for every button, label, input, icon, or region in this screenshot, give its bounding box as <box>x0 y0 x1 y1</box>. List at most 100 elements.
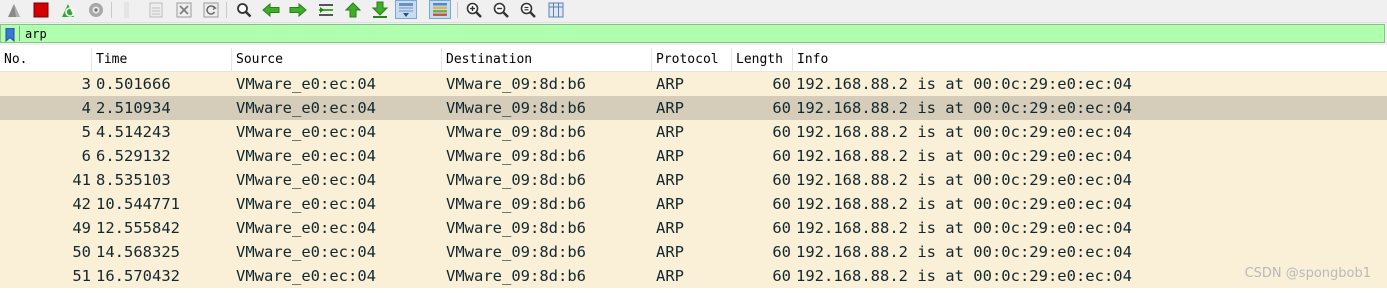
go-last-icon[interactable] <box>369 0 391 19</box>
packet-time: 16.570432 <box>96 267 180 285</box>
save-file-icon[interactable] <box>145 0 167 19</box>
bookmark-icon[interactable] <box>5 27 15 46</box>
packet-row[interactable]: 42 10.544771 VMware_e0:ec:04 VMware_09:8… <box>0 192 1387 216</box>
packet-length: 60 <box>772 219 791 237</box>
resize-columns-icon[interactable] <box>545 0 567 19</box>
reload-file-icon[interactable] <box>200 0 222 19</box>
stop-capture-icon[interactable] <box>30 0 52 19</box>
colorize-icon[interactable] <box>429 0 451 19</box>
watermark: CSDN @spongbob1 <box>1244 266 1371 281</box>
column-header-info[interactable]: Info <box>793 48 1387 71</box>
packet-protocol: ARP <box>656 243 684 261</box>
packet-protocol: ARP <box>656 147 684 165</box>
go-back-icon[interactable] <box>260 0 282 19</box>
packet-number: 42 <box>72 195 91 213</box>
go-forward-icon[interactable] <box>287 0 309 19</box>
packet-time: 10.544771 <box>96 195 180 213</box>
packet-number: 5 <box>81 123 91 141</box>
packet-source: VMware_e0:ec:04 <box>236 99 376 117</box>
column-header-length[interactable]: Length <box>732 48 793 71</box>
packet-source: VMware_e0:ec:04 <box>236 219 376 237</box>
capture-options-icon[interactable] <box>85 0 107 19</box>
packet-info: 192.168.88.2 is at 00:0c:29:e0:ec:04 <box>796 195 1132 213</box>
packet-time: 6.529132 <box>96 147 171 165</box>
packet-length: 60 <box>772 243 791 261</box>
packet-row[interactable]: 51 16.570432 VMware_e0:ec:04 VMware_09:8… <box>0 264 1387 288</box>
normal-size-icon[interactable] <box>517 0 539 19</box>
packet-destination: VMware_09:8d:b6 <box>446 171 586 189</box>
packet-time: 14.568325 <box>96 243 180 261</box>
packet-row[interactable]: 49 12.555842 VMware_e0:ec:04 VMware_09:8… <box>0 216 1387 240</box>
toolbar-separator <box>457 2 458 18</box>
packet-number: 3 <box>81 75 91 93</box>
packet-length: 60 <box>772 171 791 189</box>
packet-row[interactable]: 4 2.510934 VMware_e0:ec:04 VMware_09:8d:… <box>0 96 1387 120</box>
go-first-icon[interactable] <box>342 0 364 19</box>
restart-capture-icon[interactable] <box>57 0 79 19</box>
packet-destination: VMware_09:8d:b6 <box>446 195 586 213</box>
packet-destination: VMware_09:8d:b6 <box>446 75 586 93</box>
packet-row[interactable]: 41 8.535103 VMware_e0:ec:04 VMware_09:8d… <box>0 168 1387 192</box>
filter-expression[interactable]: arp <box>25 27 47 41</box>
display-filter-input[interactable]: arp <box>0 24 1385 43</box>
column-header-time[interactable]: Time <box>92 48 232 71</box>
packet-time: 2.510934 <box>96 99 171 117</box>
packet-info: 192.168.88.2 is at 00:0c:29:e0:ec:04 <box>796 243 1132 261</box>
column-header-protocol[interactable]: Protocol <box>652 48 732 71</box>
column-header-no[interactable]: No. <box>0 48 92 71</box>
packet-destination: VMware_09:8d:b6 <box>446 147 586 165</box>
packet-destination: VMware_09:8d:b6 <box>446 267 586 285</box>
auto-scroll-icon[interactable] <box>395 0 417 19</box>
packet-protocol: ARP <box>656 267 684 285</box>
main-toolbar <box>0 0 1387 23</box>
packet-length: 60 <box>772 75 791 93</box>
packet-destination: VMware_09:8d:b6 <box>446 99 586 117</box>
packet-source: VMware_e0:ec:04 <box>236 195 376 213</box>
packet-protocol: ARP <box>656 123 684 141</box>
packet-number: 41 <box>72 171 91 189</box>
packet-source: VMware_e0:ec:04 <box>236 267 376 285</box>
packet-protocol: ARP <box>656 99 684 117</box>
zoom-out-icon[interactable] <box>490 0 512 19</box>
packet-number: 50 <box>72 243 91 261</box>
packet-time: 4.514243 <box>96 123 171 141</box>
close-file-icon[interactable] <box>173 0 195 19</box>
packet-info: 192.168.88.2 is at 00:0c:29:e0:ec:04 <box>796 75 1132 93</box>
packet-length: 60 <box>772 195 791 213</box>
packet-source: VMware_e0:ec:04 <box>236 123 376 141</box>
column-header-destination[interactable]: Destination <box>442 48 652 71</box>
packet-source: VMware_e0:ec:04 <box>236 171 376 189</box>
packet-row[interactable]: 3 0.501666 VMware_e0:ec:04 VMware_09:8d:… <box>0 72 1387 96</box>
toolbar-separator <box>226 2 227 18</box>
packet-number: 4 <box>81 99 91 117</box>
open-file-icon[interactable] <box>117 0 139 19</box>
packet-number: 6 <box>81 147 91 165</box>
find-packet-icon[interactable] <box>233 0 255 19</box>
zoom-in-icon[interactable] <box>463 0 485 19</box>
packet-destination: VMware_09:8d:b6 <box>446 243 586 261</box>
packet-length: 60 <box>772 99 791 117</box>
packet-list: 3 0.501666 VMware_e0:ec:04 VMware_09:8d:… <box>0 72 1387 288</box>
packet-info: 192.168.88.2 is at 00:0c:29:e0:ec:04 <box>796 219 1132 237</box>
packet-time: 0.501666 <box>96 75 171 93</box>
packet-destination: VMware_09:8d:b6 <box>446 123 586 141</box>
packet-length: 60 <box>772 123 791 141</box>
packet-protocol: ARP <box>656 171 684 189</box>
toolbar-separator <box>111 2 112 18</box>
packet-number: 49 <box>72 219 91 237</box>
packet-length: 60 <box>772 147 791 165</box>
column-header-source[interactable]: Source <box>232 48 442 71</box>
packet-row[interactable]: 6 6.529132 VMware_e0:ec:04 VMware_09:8d:… <box>0 144 1387 168</box>
packet-source: VMware_e0:ec:04 <box>236 75 376 93</box>
display-filter-bar: arp <box>0 23 1387 45</box>
shark-fin-start-icon[interactable] <box>3 0 25 19</box>
packet-protocol: ARP <box>656 195 684 213</box>
packet-time: 8.535103 <box>96 171 171 189</box>
packet-list-header: No. Time Source Destination Protocol Len… <box>0 48 1387 72</box>
packet-source: VMware_e0:ec:04 <box>236 243 376 261</box>
packet-row[interactable]: 50 14.568325 VMware_e0:ec:04 VMware_09:8… <box>0 240 1387 264</box>
packet-protocol: ARP <box>656 75 684 93</box>
packet-row[interactable]: 5 4.514243 VMware_e0:ec:04 VMware_09:8d:… <box>0 120 1387 144</box>
packet-info: 192.168.88.2 is at 00:0c:29:e0:ec:04 <box>796 147 1132 165</box>
go-to-packet-icon[interactable] <box>315 0 337 19</box>
